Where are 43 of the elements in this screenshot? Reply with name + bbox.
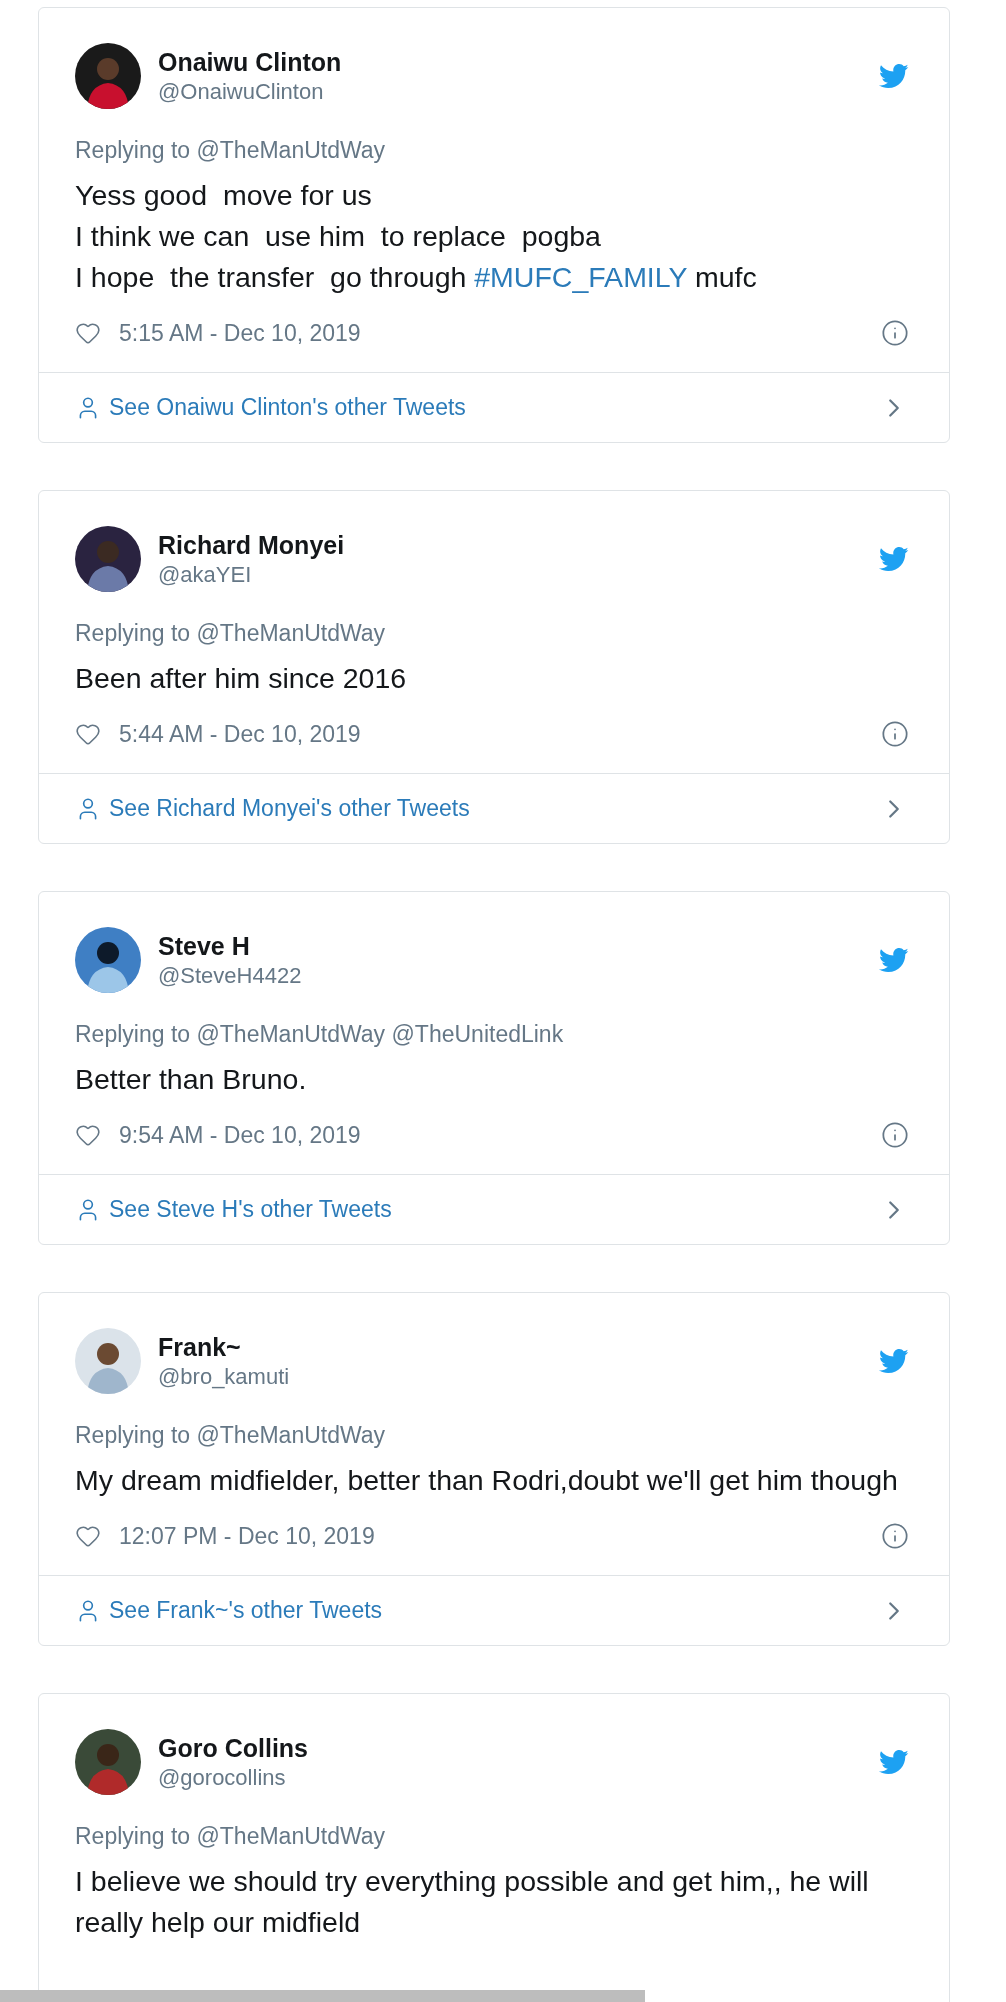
tweet-time[interactable]: 5:44 AM - Dec 10, 2019: [119, 720, 863, 748]
tweet-text: I believe we should try everything possible and get him,, he will really help our midfield: [75, 1864, 870, 1940]
info-icon[interactable]: [881, 1522, 909, 1550]
user-name[interactable]: Steve H: [158, 930, 862, 962]
tweet-text: Been after him since 2016: [75, 661, 408, 696]
replying-to: Replying to @TheManUtdWay @TheUnitedLink: [75, 1020, 565, 1049]
user-name[interactable]: Goro Collins: [158, 1732, 862, 1764]
replying-to: Replying to @TheManUtdWay: [75, 1822, 387, 1851]
user-name[interactable]: Richard Monyei: [158, 529, 862, 561]
hashtag-link[interactable]: #MUFC_FAMILY: [474, 261, 687, 293]
heart-icon[interactable]: [75, 721, 101, 747]
user-name[interactable]: Onaiwu Clinton: [158, 46, 862, 78]
other-tweets-link[interactable]: See Frank~'s other Tweets: [39, 1575, 949, 1645]
user-handle[interactable]: @SteveH4422: [158, 961, 862, 990]
info-icon[interactable]: [881, 1121, 909, 1149]
other-tweets-link[interactable]: See Onaiwu Clinton's other Tweets: [39, 372, 949, 442]
other-tweets-link[interactable]: See Steve H's other Tweets: [39, 1174, 949, 1244]
tweet-time[interactable]: 12:07 PM - Dec 10, 2019: [119, 1522, 863, 1550]
info-icon[interactable]: [881, 319, 909, 347]
bird-icon: [879, 947, 909, 973]
user-handle[interactable]: @bro_kamuti: [158, 1362, 862, 1391]
tweet-time[interactable]: 5:15 AM - Dec 10, 2019: [119, 319, 863, 347]
bird-icon: [879, 546, 909, 572]
bird-icon: [879, 63, 909, 89]
heart-icon[interactable]: [75, 1523, 101, 1549]
user-handle[interactable]: @OnaiwuClinton: [158, 77, 862, 106]
user-handle[interactable]: @gorocollins: [158, 1763, 862, 1792]
heart-icon[interactable]: [75, 320, 101, 346]
tweet-time[interactable]: 9:54 AM - Dec 10, 2019: [119, 1121, 863, 1149]
other-tweets-link[interactable]: See Richard Monyei's other Tweets: [39, 773, 949, 843]
tweet-text: My dream midfielder, better than Rodri,doubt we'll get him though: [75, 1463, 899, 1498]
bird-icon: [879, 1749, 909, 1775]
replying-to: Replying to @TheManUtdWay: [75, 1421, 387, 1450]
replying-to: Replying to @TheManUtdWay: [75, 619, 387, 648]
bird-icon: [879, 1348, 909, 1374]
user-handle[interactable]: @akaYEI: [158, 560, 862, 589]
heart-icon[interactable]: [75, 1122, 101, 1148]
scrollbar[interactable]: [0, 1990, 645, 2002]
user-name[interactable]: Frank~: [158, 1331, 862, 1363]
tweet-text: Yess good move for us I think we can use him to replace pogba I hope the transfer go through #MUFC_FAMILY mufc: [75, 178, 758, 295]
replying-to: Replying to @TheManUtdWay: [75, 136, 387, 165]
info-icon[interactable]: [881, 720, 909, 748]
tweet-text: Better than Bruno.: [75, 1062, 308, 1097]
